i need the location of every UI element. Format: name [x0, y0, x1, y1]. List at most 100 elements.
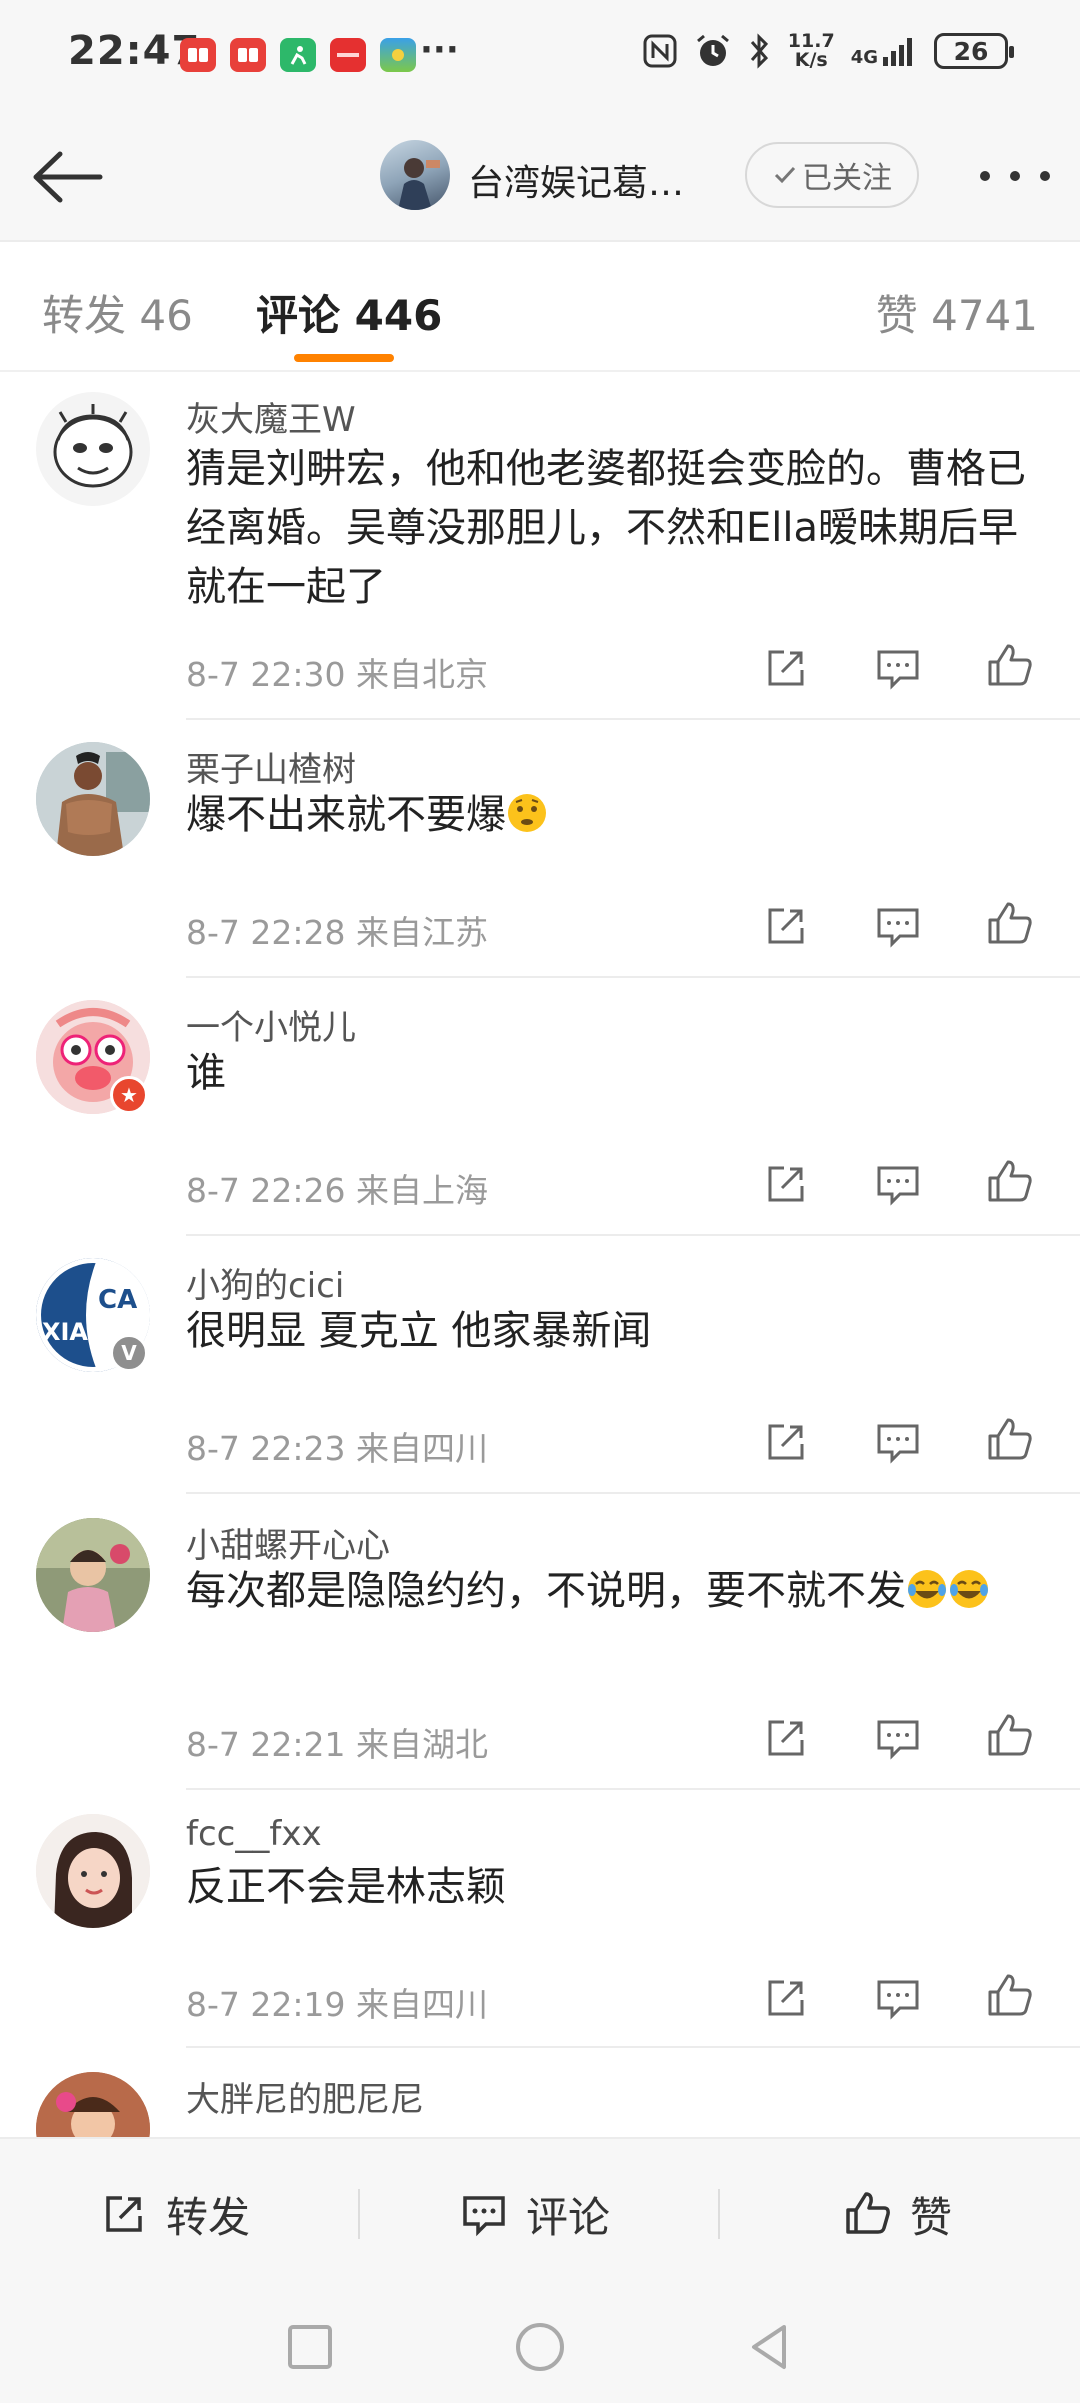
reply-button[interactable] — [872, 900, 924, 952]
follow-label: 已关注 — [802, 161, 892, 196]
reply-button[interactable] — [872, 1972, 924, 2024]
tab-likes[interactable]: 赞 4741 — [876, 282, 1038, 343]
nfc-icon — [643, 34, 677, 68]
like-button[interactable] — [984, 1156, 1036, 1208]
like-icon — [988, 1974, 1032, 2016]
like-icon — [988, 1714, 1032, 1756]
comment-icon — [877, 1424, 919, 1464]
comment-author[interactable]: 小狗的cici — [186, 1258, 344, 1307]
battery-indicator: 26 — [934, 33, 1014, 69]
like-button[interactable] — [984, 1970, 1036, 2022]
back-arrow-icon — [33, 151, 103, 203]
triangle-nav-icon — [752, 2325, 786, 2369]
home-button[interactable] — [510, 2317, 570, 2377]
system-nav-bar — [0, 2287, 1080, 2403]
comment-meta: 8-7 22:28 来自江苏 — [186, 913, 488, 952]
share-button[interactable] — [760, 642, 812, 694]
laughing-tears-emoji-icon — [908, 1570, 946, 1608]
comment-item: 栗子山楂树 爆不出来就不要爆 8-7 22:28 来自江苏 — [0, 720, 1080, 978]
share-icon — [768, 1166, 804, 1202]
repost-label: 转发 — [166, 2192, 251, 2242]
recents-button[interactable] — [280, 2317, 340, 2377]
comment-author[interactable]: 灰大魔王W — [186, 392, 356, 441]
share-button[interactable] — [760, 900, 812, 952]
comment-item: 小甜螺开心心 每次都是隐隐约约，不说明，要不就不发 8-7 22:21 来自湖北 — [0, 1494, 1080, 1790]
comment-item: 灰大魔王W 猜是刘畊宏，他和他老婆都挺会变脸的。曹格已经离婚。吴尊没那胆儿，不然… — [0, 372, 1080, 720]
bottom-action-bar: 转发 评论 赞 — [0, 2137, 1080, 2287]
comment-author[interactable]: 一个小悦儿 — [186, 1000, 356, 1049]
comment-text: 每次都是隐隐约约，不说明，要不就不发 — [186, 1568, 906, 1614]
comment-item: ★ 一个小悦儿 谁 8-7 22:26 来自上海 — [0, 978, 1080, 1236]
comment-text: 谁 — [186, 1050, 226, 1096]
like-button[interactable] — [984, 898, 1036, 950]
like-icon — [846, 2192, 890, 2234]
header: 台湾娱记葛… 已关注 — [0, 110, 1080, 242]
comment-text: 很明显 夏克立 他家暴新闻 — [186, 1308, 652, 1354]
verified-badge-icon: V — [110, 1334, 148, 1372]
share-icon — [768, 1424, 804, 1460]
reply-button[interactable] — [872, 1158, 924, 1210]
square-nav-icon — [288, 2325, 332, 2369]
member-badge-icon: ★ — [110, 1076, 148, 1114]
like-icon — [988, 1418, 1032, 1460]
comment-list: 灰大魔王W 猜是刘畊宏，他和他老婆都挺会变脸的。曹格已经离婚。吴尊没那胆儿，不然… — [0, 372, 1080, 2137]
like-button[interactable]: 赞 — [842, 2139, 952, 2289]
comment-item: fcc__fxx 反正不会是林志颖 8-7 22:19 来自四川 — [0, 1790, 1080, 2048]
comment-text-wrap: 每次都是隐隐约约，不说明，要不就不发 — [186, 1562, 1046, 1621]
share-button[interactable] — [760, 1158, 812, 1210]
comment-meta: 8-7 22:19 来自四川 — [186, 1985, 488, 2024]
avatar[interactable] — [36, 2072, 150, 2137]
active-tab-indicator — [294, 354, 394, 362]
comment-item: 大胖尼的肥尼尼 — [0, 2048, 1080, 2137]
reply-button[interactable] — [872, 642, 924, 694]
share-icon — [768, 908, 804, 944]
author-avatar[interactable] — [380, 140, 450, 210]
alarm-icon — [696, 34, 729, 66]
comment-icon — [877, 1166, 919, 1206]
share-button[interactable] — [760, 1972, 812, 2024]
comment-icon — [877, 1720, 919, 1760]
like-button[interactable] — [984, 1710, 1036, 1762]
tab-comments[interactable]: 评论 446 — [256, 282, 442, 343]
status-more: ··· — [420, 30, 459, 70]
like-icon — [988, 1160, 1032, 1202]
comment-icon — [877, 1980, 919, 2020]
comment-author[interactable]: 栗子山楂树 — [186, 742, 356, 791]
status-app-icons — [180, 38, 416, 72]
share-button[interactable] — [760, 1712, 812, 1764]
status-bar: 22:47 ··· 11.7 K/s 4G 26 — [0, 0, 1080, 110]
share-button[interactable] — [760, 1416, 812, 1468]
like-button[interactable] — [984, 1414, 1036, 1466]
reply-button[interactable] — [872, 1416, 924, 1468]
comment-author[interactable]: 大胖尼的肥尼尼 — [186, 2072, 424, 2121]
back-button[interactable] — [26, 142, 106, 212]
laughing-tears-emoji-icon — [950, 1570, 988, 1608]
avatar[interactable] — [36, 1518, 150, 1632]
like-icon — [988, 644, 1032, 686]
follow-button[interactable]: 已关注 — [745, 142, 919, 208]
comment-meta: 8-7 22:21 来自湖北 — [186, 1725, 488, 1764]
like-button[interactable] — [984, 640, 1036, 692]
back-nav-button[interactable] — [740, 2317, 800, 2377]
comment-meta: 8-7 22:26 来自上海 — [186, 1171, 488, 1210]
comment-icon — [463, 2196, 505, 2237]
comment-text-wrap: 爆不出来就不要爆 — [186, 786, 1046, 845]
avatar-logo-text: CA — [98, 1285, 137, 1315]
check-icon — [774, 166, 796, 184]
more-options-button[interactable] — [980, 156, 1050, 196]
comment-button[interactable]: 评论 — [458, 2139, 610, 2289]
red-book-app-icon — [180, 38, 216, 72]
comment-text: 爆不出来就不要爆 — [186, 792, 506, 838]
avatar[interactable] — [36, 392, 150, 506]
tab-bar: 转发 46 评论 446 赞 4741 — [0, 242, 1080, 372]
avatar[interactable] — [36, 1814, 150, 1928]
avatar[interactable] — [36, 742, 150, 856]
repost-button[interactable]: 转发 — [98, 2139, 250, 2289]
reply-button[interactable] — [872, 1712, 924, 1764]
comment-author[interactable]: 小甜螺开心心 — [186, 1518, 390, 1567]
comment-author[interactable]: fcc__fxx — [186, 1814, 322, 1854]
like-icon — [988, 902, 1032, 944]
comment-icon — [877, 650, 919, 690]
author-name[interactable]: 台湾娱记葛… — [468, 154, 684, 206]
tab-repost[interactable]: 转发 46 — [42, 282, 193, 343]
